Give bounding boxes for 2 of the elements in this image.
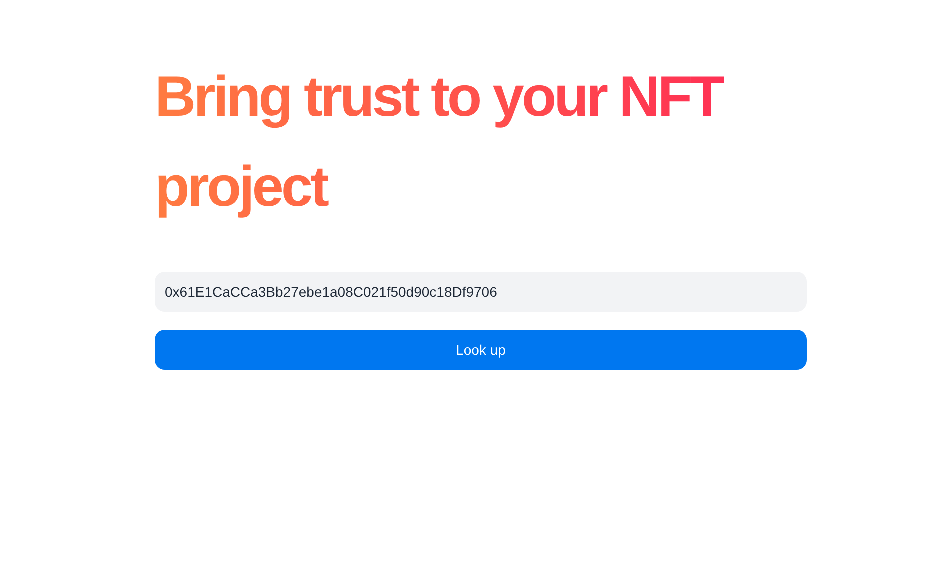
address-field[interactable]: 0x61E1CaCCa3Bb27ebe1a08C021f50d90c18Df9706 bbox=[155, 272, 807, 312]
look-up-button[interactable]: Look up bbox=[155, 330, 807, 370]
